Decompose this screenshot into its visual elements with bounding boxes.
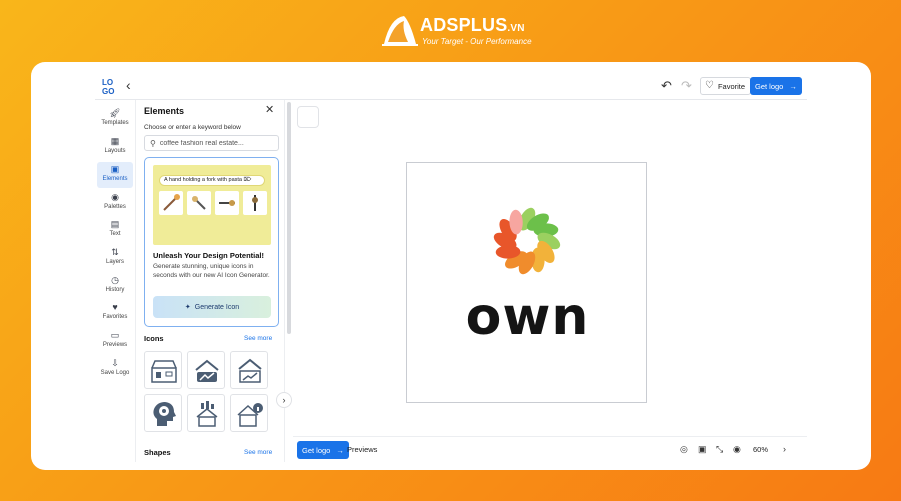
sparkle-icon: ✦ xyxy=(184,304,191,311)
favorite-label: Favorite xyxy=(717,81,746,91)
heart-icon: ♥ xyxy=(112,302,118,312)
nav-item-templates[interactable]: 🚀︎ Templates xyxy=(97,106,133,132)
promo-illustration: A hand holding a fork with pasta ⌦ xyxy=(153,165,271,245)
fork-icon xyxy=(243,191,267,215)
nav-label: Save Logo xyxy=(100,370,130,376)
previews-button[interactable]: Previews xyxy=(347,445,377,454)
promo-heading: Unleash Your Design Potential! xyxy=(153,251,264,260)
prompt-pill: A hand holding a fork with pasta ⌦ xyxy=(159,175,265,186)
redo-icon[interactable]: ↷ xyxy=(681,79,692,92)
store-icon[interactable] xyxy=(144,351,182,389)
palette-icon: ◉ xyxy=(111,192,119,202)
generate-icon-label: Generate Icon xyxy=(194,303,240,311)
undo-icon[interactable]: ↶ xyxy=(661,79,672,92)
get-logo-label: Get logo xyxy=(755,81,784,91)
svg-text:LO: LO xyxy=(102,78,113,87)
promo-body: Generate stunning, unique icons in secon… xyxy=(153,263,270,279)
panel-scrollbar[interactable] xyxy=(287,102,291,334)
chevron-down-icon[interactable]: › xyxy=(783,444,786,455)
logo-wordmark[interactable]: own xyxy=(407,287,648,347)
search-icon: ⚲ xyxy=(150,138,156,148)
get-logo-button[interactable]: Get logo → xyxy=(750,77,802,95)
get-logo-bottom-button[interactable]: Get logo → xyxy=(297,441,349,459)
top-bar: LO GO ‹ ↶ ↷ ♡ Favorite Get logo → xyxy=(95,72,807,100)
panel-subtitle: Choose or enter a keyword below xyxy=(144,124,241,131)
fork-icon xyxy=(215,191,239,215)
house-finance-icon[interactable] xyxy=(187,394,225,432)
close-icon[interactable]: ✕ xyxy=(265,104,274,116)
fork-icon xyxy=(187,191,211,215)
house-growth-icon[interactable] xyxy=(230,351,268,389)
layers-icon: ⇅ xyxy=(111,247,119,257)
fork-icon xyxy=(159,191,183,215)
panel-title: Elements xyxy=(144,106,185,116)
heart-icon: ♡ xyxy=(705,80,714,91)
prompt-text: A hand holding a fork with pasta xyxy=(164,177,242,183)
nav-label: Elements xyxy=(102,176,128,182)
icons-see-more-link[interactable]: See more xyxy=(244,335,272,342)
svg-text:GO: GO xyxy=(102,87,114,95)
nav-label: Templates xyxy=(101,120,129,126)
favorite-button[interactable]: ♡ Favorite xyxy=(700,77,752,95)
text-icon: ▤ xyxy=(110,219,120,229)
logo-editor-app: LO GO ‹ ↶ ↷ ♡ Favorite Get logo → 🚀︎ Tem… xyxy=(95,72,807,462)
head-target-icon[interactable] xyxy=(144,394,182,432)
nav-item-favorites[interactable]: ♥ Favorites xyxy=(97,300,133,326)
house-chart-icon[interactable] xyxy=(187,351,225,389)
nav-label: Layouts xyxy=(104,148,126,154)
shapes-see-more-link[interactable]: See more xyxy=(244,449,272,456)
bottom-bar: Get logo → Previews ◎ ▣ ⤡ ◉ 60% › xyxy=(293,436,807,462)
clock-icon: ◷ xyxy=(111,275,119,285)
frame-icon[interactable]: ▣ xyxy=(698,444,707,455)
nav-item-history[interactable]: ◷ History xyxy=(97,273,133,299)
generate-icon-button[interactable]: ✦ Generate Icon xyxy=(153,296,271,318)
eye-icon[interactable]: ◉ xyxy=(733,444,741,455)
pages-button[interactable] xyxy=(297,106,319,128)
fullscreen-icon[interactable]: ⤡ xyxy=(716,444,723,455)
nav-item-layouts[interactable]: ▦ Layouts xyxy=(97,134,133,160)
logo-artboard[interactable]: own xyxy=(406,162,647,403)
nav-label: Layers xyxy=(105,259,124,265)
chevron-left-icon[interactable]: ‹ xyxy=(126,77,131,93)
nav-label: Previews xyxy=(102,342,128,348)
nav-item-layers[interactable]: ⇅ Layers xyxy=(97,245,133,271)
nav-label: Text xyxy=(109,231,121,237)
adsplus-watermark: ADSPLUS.VN Your Target - Our Performance xyxy=(380,12,532,52)
target-icon[interactable]: ◎ xyxy=(680,444,688,455)
save-icon: ⇩ xyxy=(111,358,119,368)
image-icon: ▣ xyxy=(110,164,120,174)
adsplus-logo-icon xyxy=(382,16,418,46)
icons-section-title: Icons xyxy=(144,334,164,343)
nav-item-palettes[interactable]: ◉ Palettes xyxy=(97,190,133,216)
nav-item-elements[interactable]: ▣ Elements xyxy=(97,162,133,188)
screenshot-frame: LO GO ‹ ↶ ↷ ♡ Favorite Get logo → 🚀︎ Tem… xyxy=(31,62,871,470)
nav-item-previews[interactable]: ▭ Previews xyxy=(97,328,133,354)
spiral-flower-logo-mark[interactable] xyxy=(489,203,565,279)
app-logo-icon[interactable]: LO GO xyxy=(102,77,120,95)
house-info-icon[interactable] xyxy=(230,394,268,432)
elements-panel: Elements ✕ Choose or enter a keyword bel… xyxy=(135,100,292,462)
monitor-icon: ▭ xyxy=(110,330,120,340)
chevron-right-icon[interactable]: › xyxy=(276,392,292,408)
search-box[interactable]: ⚲ xyxy=(144,135,279,151)
left-nav: 🚀︎ Templates ▦ Layouts ▣ Elements ◉ Pale… xyxy=(95,100,135,462)
nav-label: Palettes xyxy=(104,204,126,210)
nav-item-text[interactable]: ▤ Text xyxy=(97,217,133,243)
rocket-icon: 🚀︎ xyxy=(109,108,121,118)
shapes-section-title: Shapes xyxy=(144,448,171,457)
ai-generator-promo: A hand holding a fork with pasta ⌦ Unlea… xyxy=(144,157,279,327)
canvas-area: own xyxy=(293,100,807,432)
zoom-level[interactable]: 60% xyxy=(753,445,768,454)
watermark-brand: ADSPLUS.VN xyxy=(420,15,525,35)
watermark-tagline: Your Target - Our Performance xyxy=(422,37,532,46)
nav-label: Favorites xyxy=(102,314,128,320)
search-input[interactable] xyxy=(159,139,270,147)
nav-item-save-logo[interactable]: ⇩ Save Logo xyxy=(97,356,133,382)
layouts-icon: ▦ xyxy=(110,136,120,146)
nav-label: History xyxy=(105,287,125,293)
arrow-right-icon: → xyxy=(336,445,344,455)
arrow-right-icon: → xyxy=(789,81,797,91)
get-logo-label: Get logo xyxy=(302,445,331,455)
